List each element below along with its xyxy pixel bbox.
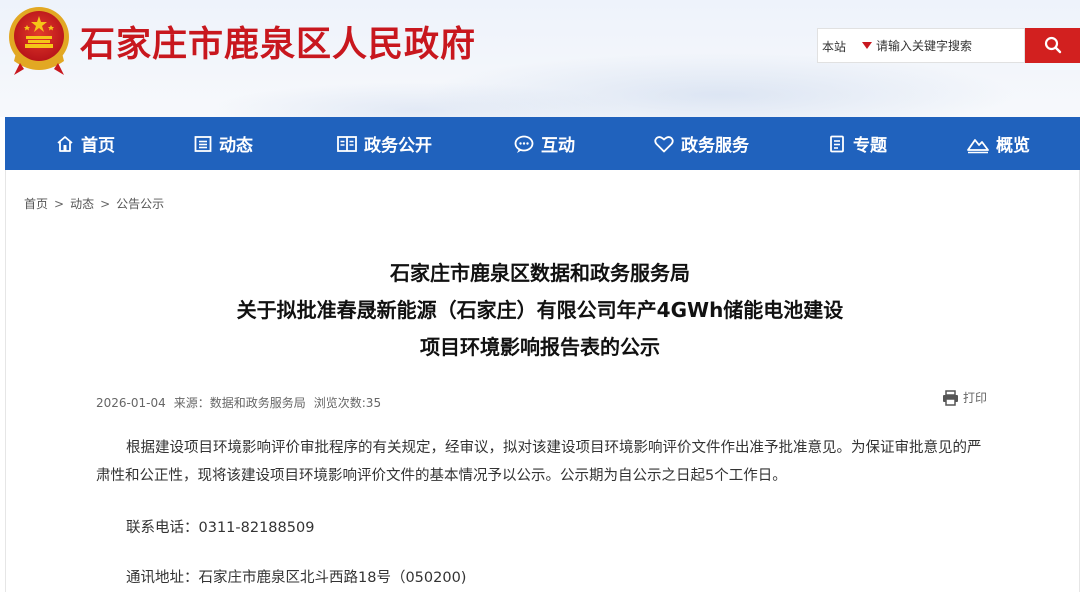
heart-icon bbox=[654, 135, 674, 152]
national-emblem-icon[interactable] bbox=[6, 3, 72, 77]
search-icon bbox=[1044, 36, 1062, 54]
nav-item-interaction[interactable]: 互动 bbox=[513, 117, 575, 170]
nav-item-services[interactable]: 政务服务 bbox=[653, 117, 749, 170]
nav-item-overview[interactable]: 概览 bbox=[966, 117, 1030, 170]
mountain-icon bbox=[967, 138, 989, 153]
search-button[interactable] bbox=[1025, 28, 1080, 63]
article-title-line-3: 项目环境影响报告表的公示 bbox=[420, 335, 660, 359]
article-title-line-2: 关于拟批准春晟新能源（石家庄）有限公司年产4GWh储能电池建设 bbox=[236, 298, 844, 322]
nav-label: 政务服务 bbox=[681, 136, 749, 156]
article-meta: 2026-01-04 来源：数据和政务服务局 浏览次数:35 bbox=[96, 394, 389, 411]
nav-item-news[interactable]: 动态 bbox=[193, 117, 253, 170]
caret-down-icon[interactable] bbox=[862, 42, 872, 49]
breadcrumb-news[interactable]: 动态 bbox=[70, 197, 94, 211]
nav-label: 互动 bbox=[541, 136, 575, 156]
book-icon bbox=[337, 135, 357, 152]
news-icon bbox=[194, 135, 212, 152]
breadcrumb: 首页 > 动态 > 公告公示 bbox=[24, 195, 164, 212]
search-input[interactable] bbox=[876, 37, 1022, 55]
article-views: 浏览次数:35 bbox=[313, 396, 382, 410]
print-button[interactable]: 打印 bbox=[942, 389, 987, 406]
contact-address: 通讯地址：石家庄市鹿泉区北斗西路18号（050200) bbox=[126, 570, 467, 586]
main-nav: 首页 动态 政务公开 互动 政务服务 专题 概览 bbox=[5, 117, 1080, 170]
site-title[interactable]: 石家庄市鹿泉区人民政府 bbox=[80, 16, 476, 67]
nav-label: 政务公开 bbox=[364, 136, 432, 156]
article-paragraph: 根据建设项目环境影响评价审批程序的有关规定，经审议，拟对该建设项目环境影响评价文… bbox=[96, 440, 982, 484]
breadcrumb-announcements[interactable]: 公告公示 bbox=[116, 197, 164, 211]
nav-label: 首页 bbox=[81, 136, 115, 156]
nav-item-government-affairs[interactable]: 政务公开 bbox=[336, 117, 432, 170]
article-date: 2026-01-04 bbox=[96, 396, 166, 410]
nav-label: 专题 bbox=[853, 136, 887, 156]
nav-item-topics[interactable]: 专题 bbox=[827, 117, 887, 170]
contact-phone: 联系电话：0311-82188509 bbox=[126, 520, 315, 536]
search-scope-label[interactable]: 本站 bbox=[822, 38, 846, 55]
chat-icon bbox=[514, 135, 534, 153]
article-title-line-1: 石家庄市鹿泉区数据和政务服务局 bbox=[390, 261, 690, 285]
article-source: 来源：数据和政务服务局 bbox=[173, 396, 306, 410]
nav-label: 动态 bbox=[219, 136, 253, 156]
printer-icon bbox=[943, 389, 958, 406]
document-icon bbox=[830, 135, 844, 152]
site-header: 石家庄市鹿泉区人民政府 本站 bbox=[0, 0, 1080, 117]
print-label: 打印 bbox=[963, 391, 988, 405]
search-box: 本站 bbox=[817, 28, 1025, 63]
nav-label: 概览 bbox=[996, 136, 1030, 156]
home-icon bbox=[57, 135, 73, 152]
nav-item-home[interactable]: 首页 bbox=[55, 117, 115, 170]
breadcrumb-separator: > bbox=[54, 197, 65, 211]
breadcrumb-separator: > bbox=[100, 197, 111, 211]
breadcrumb-home[interactable]: 首页 bbox=[24, 197, 48, 211]
